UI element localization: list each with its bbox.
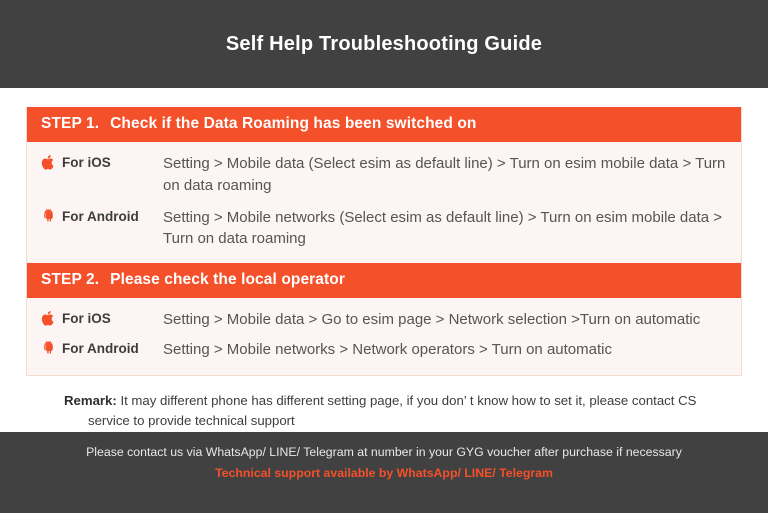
step-1-ios-label: For iOS bbox=[41, 153, 159, 171]
step-2-ios-row: For iOS Setting > Mobile data > Go to es… bbox=[27, 305, 741, 335]
step-2-body: For iOS Setting > Mobile data > Go to es… bbox=[27, 298, 741, 375]
step-2-ios-instructions: Setting > Mobile data > Go to esim page … bbox=[163, 311, 701, 328]
page-footer: Please contact us via WhatsApp/ LINE/ Te… bbox=[0, 432, 768, 513]
remark-block: Remark: It may different phone has diffe… bbox=[26, 376, 742, 432]
step-1-body: For iOS Setting > Mobile data (Select es… bbox=[27, 142, 741, 263]
step-2-android-instructions: Setting > Mobile networks > Network oper… bbox=[163, 340, 612, 358]
step-1-ios-row: For iOS Setting > Mobile data (Select es… bbox=[27, 148, 741, 202]
step-1-android-row: For Android Setting > Mobile networks (S… bbox=[27, 202, 741, 256]
step-2-android-row: For Android Setting > Mobile networks > … bbox=[27, 335, 741, 365]
step-1-title: Check if the Data Roaming has been switc… bbox=[110, 115, 477, 132]
step-2-title: Please check the local operator bbox=[110, 271, 345, 288]
remark-text: It may different phone has different set… bbox=[116, 392, 697, 408]
remark-text-line2: service to provide technical support bbox=[88, 412, 295, 428]
step-1-android-instructions: Setting > Mobile networks (Select esim a… bbox=[163, 208, 723, 248]
step-2-android-label-text: For Android bbox=[62, 340, 139, 356]
remark-label: Remark: bbox=[64, 392, 117, 408]
android-icon bbox=[41, 208, 56, 225]
step-1-ios-instructions: Setting > Mobile data (Select esim as de… bbox=[163, 155, 726, 194]
footer-contact-note: Please contact us via WhatsApp/ LINE/ Te… bbox=[86, 445, 682, 459]
steps-card: STEP 1. Check if the Data Roaming has be… bbox=[26, 107, 742, 376]
android-icon bbox=[41, 340, 56, 357]
apple-icon bbox=[41, 154, 56, 171]
page-title: Self Help Troubleshooting Guide bbox=[225, 32, 543, 55]
step-1-android-label: For Android bbox=[41, 207, 159, 225]
step-2-android-label: For Android bbox=[41, 339, 159, 357]
step-1-number: STEP 1. bbox=[41, 115, 100, 132]
troubleshooting-guide-page: Self Help Troubleshooting Guide STEP 1. … bbox=[0, 0, 768, 513]
step-1-header: STEP 1. Check if the Data Roaming has be… bbox=[27, 107, 741, 142]
step-1-android-label-text: For Android bbox=[62, 208, 139, 224]
step-2-number: STEP 2. bbox=[41, 271, 100, 288]
apple-icon bbox=[41, 310, 56, 327]
guide-body: STEP 1. Check if the Data Roaming has be… bbox=[0, 88, 768, 432]
step-2-header: STEP 2. Please check the local operator bbox=[27, 263, 741, 298]
step-2-ios-label-text: For iOS bbox=[62, 311, 111, 326]
step-2-ios-label: For iOS bbox=[41, 309, 159, 327]
page-header: Self Help Troubleshooting Guide bbox=[0, 0, 768, 88]
step-1-ios-label-text: For iOS bbox=[62, 155, 111, 170]
footer-support-note: Technical support available by WhatsApp/… bbox=[215, 465, 553, 480]
